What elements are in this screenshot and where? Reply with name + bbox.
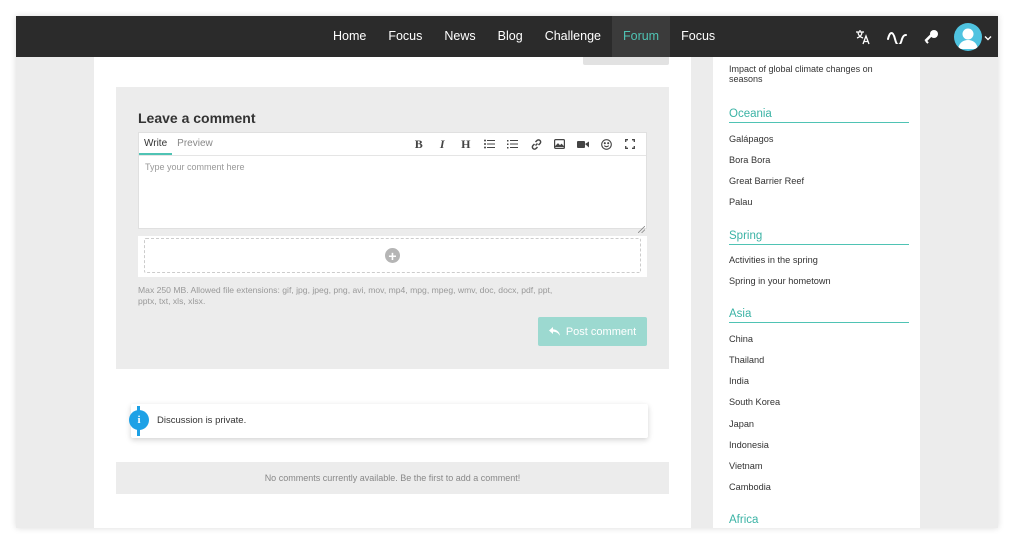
sidebar-item-japan[interactable]: Japan [729,419,754,429]
comment-form: Leave a comment Write Preview B I H Type… [116,87,669,369]
tab-preview[interactable]: Preview [172,133,218,155]
sidebar-item-spring-hometown[interactable]: Spring in your hometown [729,276,831,286]
private-notice: i Discussion is private. [129,404,648,438]
no-comments-text: No comments currently available. Be the … [264,473,521,483]
comment-form-title: Leave a comment [138,110,256,126]
post-comment-label: Post comment [565,325,637,338]
app-window: Home Focus News Blog Challenge Forum Foc… [16,16,998,528]
sidebar-item-bora-bora[interactable]: Bora Bora [729,155,770,165]
video-icon[interactable] [572,135,596,153]
sidebar-item-cambodia[interactable]: Cambodia [729,482,771,492]
upload-hint: Max 250 MB. Allowed file extensions: gif… [138,285,553,306]
nav-item-focus-2[interactable]: Focus [670,16,726,57]
nav-item-blog[interactable]: Blog [487,16,534,57]
post-comment-button[interactable]: Post comment [538,317,647,346]
sidebar-item-great-barrier-reef[interactable]: Great Barrier Reef [729,176,804,186]
activity-icon[interactable] [886,26,908,48]
sidebar: Impact of global climate changes on seas… [713,57,920,528]
file-upload-zone[interactable]: + [138,236,647,277]
nav-item-challenge[interactable]: Challenge [534,16,612,57]
sidebar-item-china[interactable]: China [729,334,753,344]
emoji-icon[interactable] [595,135,619,153]
editor-toolbar: B I H [407,135,642,153]
nav-item-home[interactable]: Home [322,16,377,57]
bullet-list-icon[interactable] [478,135,502,153]
recent-activity-tab[interactable] [583,57,669,65]
nav-links: Home Focus News Blog Challenge Forum Foc… [322,16,726,57]
sidebar-item-climate[interactable]: Impact of global climate changes on seas… [729,64,899,84]
resize-handle[interactable] [637,220,646,234]
no-comments-message: No comments currently available. Be the … [116,462,669,494]
chevron-down-icon[interactable] [983,30,993,41]
numbered-list-icon[interactable] [501,135,525,153]
nav-item-focus[interactable]: Focus [377,16,433,57]
sidebar-heading-africa[interactable]: Africa [729,514,909,528]
image-icon[interactable] [548,135,572,153]
nav-item-news[interactable]: News [433,16,486,57]
sidebar-item-vietnam[interactable]: Vietnam [729,461,763,471]
key-icon[interactable] [920,26,942,48]
heading-icon[interactable]: H [454,135,478,153]
avatar[interactable] [954,23,982,51]
bold-icon[interactable]: B [407,135,431,153]
notice-text: Discussion is private. [157,415,247,426]
sidebar-item-indonesia[interactable]: Indonesia [729,440,769,450]
sidebar-item-south-korea[interactable]: South Korea [729,397,780,407]
editor-tabs: Write Preview [139,133,218,155]
top-navbar: Home Focus News Blog Challenge Forum Foc… [16,16,998,57]
sidebar-item-activities-spring[interactable]: Activities in the spring [729,255,818,265]
sidebar-item-thailand[interactable]: Thailand [729,355,764,365]
file-dropzone[interactable]: + [144,238,641,273]
info-icon: i [129,410,149,430]
comment-editor: Write Preview B I H Type your comment he… [138,132,647,234]
nav-item-forum[interactable]: Forum [611,16,671,57]
tab-write[interactable]: Write [139,133,173,155]
sidebar-item-india[interactable]: India [729,376,749,386]
link-icon[interactable] [525,135,549,153]
sidebar-item-galapagos[interactable]: Galápagos [729,134,773,144]
comment-textarea[interactable]: Type your comment here [139,156,646,228]
fullscreen-icon[interactable] [619,135,643,153]
add-file-icon[interactable]: + [385,248,400,263]
reply-icon [548,327,560,336]
italic-icon[interactable]: I [431,135,455,153]
sidebar-heading-asia[interactable]: Asia [729,308,909,323]
sidebar-item-palau[interactable]: Palau [729,197,753,207]
sidebar-heading-oceania[interactable]: Oceania [729,108,909,123]
sidebar-heading-spring[interactable]: Spring [729,230,909,245]
translate-icon[interactable] [852,26,874,48]
